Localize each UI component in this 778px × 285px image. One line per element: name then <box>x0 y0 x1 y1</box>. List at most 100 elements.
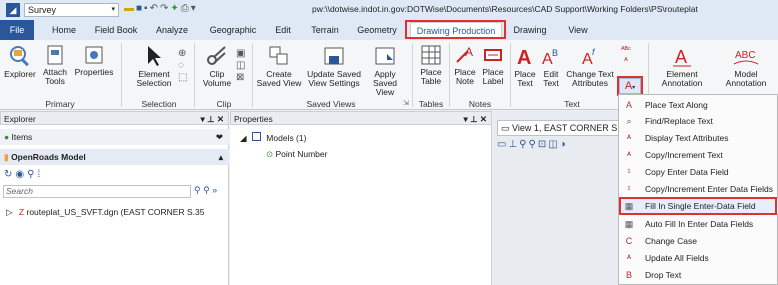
model-icon <box>251 132 261 141</box>
zoom-out-icon[interactable]: ⚲ <box>529 139 538 150</box>
tab-drawing-production[interactable]: Drawing Production <box>410 22 502 39</box>
place-text-button[interactable]: A Place Text <box>512 44 538 88</box>
edit-text-icon: AB <box>542 48 558 68</box>
fit-view-icon[interactable]: ◫ <box>548 139 559 150</box>
tab-edit[interactable]: Edit <box>269 22 297 39</box>
menu-item-change-case[interactable]: C Change Case <box>619 233 778 249</box>
update-saved-view-icon <box>324 47 344 65</box>
edit-text-button[interactable]: AB Edit Text <box>538 44 564 88</box>
tab-view[interactable]: View <box>560 22 596 39</box>
dialog-launcher-icon[interactable]: ⇲ <box>403 99 409 107</box>
view-toolbar: ▭⊥⚲⚲⊡◫◑ <box>497 139 568 150</box>
rotate-icon[interactable]: ◑ <box>560 139 568 150</box>
tab-analyze[interactable]: Analyze <box>150 22 194 39</box>
apply-saved-view-button[interactable]: Apply Saved View <box>364 44 406 97</box>
open-icon[interactable]: ▬ <box>124 3 136 14</box>
text-style-icon[interactable]: ᴬ <box>618 55 634 66</box>
chevron-up-icon: ▴ <box>218 152 223 162</box>
quick-access-toolbar: ▬■▪↶↷✦⎙▾ <box>124 3 198 14</box>
tab-drawing[interactable]: Drawing <box>508 22 552 39</box>
menu-item-label: Place Text Along <box>645 100 708 110</box>
spell-check-icon[interactable]: ᴬᴮᶜ <box>618 44 634 55</box>
create-saved-view-button[interactable]: Create Saved View <box>256 44 302 88</box>
tab-geographic[interactable]: Geographic <box>205 22 261 39</box>
tree-item-file[interactable]: ▷ Z routeplat_US_SVFT.dgn (EAST CORNER S… <box>6 205 204 219</box>
menu-item-fill-in-single-enter-data-field[interactable]: ▦ Fill In Single Enter-Data Field <box>619 198 778 214</box>
attach-tools-button[interactable]: Attach Tools <box>38 44 72 86</box>
workflow-dropdown[interactable]: Survey ▾ <box>24 3 119 17</box>
point-icon: ⊙ <box>266 149 274 159</box>
app-icon[interactable]: ◢ <box>6 3 20 17</box>
place-text-along-icon: A <box>625 100 632 110</box>
redo-icon[interactable]: ↷ <box>160 3 170 14</box>
menu-item-auto-fill-in-enter-data-fields[interactable]: ▦ Auto Fill In Enter Data Fields <box>619 216 778 232</box>
expand-arrow-icon: ▷ <box>6 207 13 217</box>
tab-file[interactable]: File <box>0 20 34 40</box>
clip-options-icon[interactable]: ▣ ◫ ⊠ <box>236 48 245 84</box>
place-label-button[interactable]: Place Label <box>478 44 508 86</box>
place-text-label: Place Text <box>514 69 536 88</box>
document-path: pw:\\dotwise.indot.in.gov:DOTWise\Docume… <box>312 4 698 14</box>
levels-icon[interactable]: ⊥ <box>508 139 519 150</box>
ribbon-tabs: File Home Field Book Analyze Geographic … <box>0 20 778 40</box>
customize-icon[interactable]: ▾ <box>191 3 198 14</box>
undo-icon[interactable]: ↶ <box>150 3 160 14</box>
element-annotation-button[interactable]: A Element Annotation <box>652 44 712 88</box>
menu-item-copy-enter-data-field[interactable]: ¹ Copy Enter Data Field <box>619 164 778 180</box>
menu-item-label: Find/Replace Text <box>645 116 713 126</box>
update-saved-view-label: Update Saved View Settings <box>307 69 361 88</box>
menu-item-find-replace-text[interactable]: ⌕ Find/Replace Text <box>619 113 778 129</box>
tab-geometry[interactable]: Geometry <box>354 22 400 39</box>
models-row[interactable]: ◢ Models (1) <box>240 131 306 145</box>
element-selection-button[interactable]: Element Selection <box>132 44 176 88</box>
print-icon[interactable]: ⎙ <box>181 3 191 14</box>
group-separator <box>449 43 450 107</box>
menu-item-copy-increment-enter-data-fields[interactable]: ¹ Copy/Increment Enter Data Fields <box>619 181 778 197</box>
element-selection-label: Element Selection <box>136 69 172 88</box>
panel-controls[interactable]: ▾ ⊥ ✕ <box>200 112 224 126</box>
view-attributes-icon[interactable]: ▭ <box>497 139 508 150</box>
save-icon[interactable]: ■ <box>136 3 144 14</box>
panel-controls[interactable]: ▾ ⊥ ✕ <box>463 112 487 126</box>
menu-item-place-text-along[interactable]: A Place Text Along <box>619 97 778 113</box>
refresh-icon[interactable]: ↻ <box>4 169 15 180</box>
place-table-button[interactable]: Place Table <box>414 44 448 86</box>
collapse-arrow-icon: ◢ <box>240 133 247 143</box>
expand-icon[interactable]: ⁞ <box>37 169 43 180</box>
window-area-icon[interactable]: ⊡ <box>538 139 548 150</box>
element-annotation-icon: A <box>673 47 691 67</box>
group-separator <box>194 43 195 107</box>
tab-home[interactable]: Home <box>44 22 84 39</box>
clip-volume-button[interactable]: Clip Volume <box>198 44 236 88</box>
openroads-model-section[interactable]: ▮ OpenRoads Model ▴ <box>0 149 229 165</box>
display-attributes-icon: ᴬ <box>626 133 632 143</box>
place-note-button[interactable]: A Place Note <box>452 44 478 86</box>
group-notes-label: Notes <box>468 99 492 109</box>
pin-icon[interactable]: ✦ <box>170 3 180 14</box>
chevron-down-icon: ❤ <box>215 132 223 142</box>
menu-item-update-all-fields[interactable]: ᴬ Update All Fields <box>619 250 778 266</box>
menu-item-label: Update All Fields <box>645 253 709 263</box>
properties-button[interactable]: Properties <box>74 44 114 77</box>
items-row[interactable]: ● Items ❤ <box>0 129 229 145</box>
explorer-button[interactable]: Explorer <box>2 44 38 79</box>
tab-field-book[interactable]: Field Book <box>88 22 144 39</box>
tab-terrain[interactable]: Terrain <box>305 22 345 39</box>
point-number-row[interactable]: ⊙ Point Number <box>266 147 327 161</box>
text-more-dropdown[interactable]: A▾ <box>619 78 641 94</box>
copy-enter-data-icon: ¹ <box>627 167 631 177</box>
search-input[interactable]: Search <box>3 185 191 198</box>
filter-icon[interactable]: ◉ <box>15 169 27 180</box>
zoom-in-icon[interactable]: ⚲ <box>519 139 528 150</box>
search-icon[interactable]: ⚲ ⚲ » <box>194 185 217 196</box>
models-label: Models (1) <box>266 133 307 143</box>
search-icon[interactable]: ⚲ <box>27 169 37 180</box>
selection-mode-icon[interactable]: ⊕ ◌ ⬚ <box>178 48 187 84</box>
model-annotation-button[interactable]: ABC Model Annotation <box>716 44 776 88</box>
menu-item-copy-increment-text[interactable]: ᴬ Copy/Increment Text <box>619 147 778 163</box>
menu-item-display-text-attributes[interactable]: ᴬ Display Text Attributes <box>619 130 778 146</box>
update-saved-view-button[interactable]: Update Saved View Settings <box>306 44 362 88</box>
menu-item-drop-text[interactable]: B Drop Text <box>619 267 778 283</box>
change-text-attributes-button[interactable]: Af Change Text Attributes <box>566 44 614 88</box>
note-icon: A <box>456 45 473 63</box>
